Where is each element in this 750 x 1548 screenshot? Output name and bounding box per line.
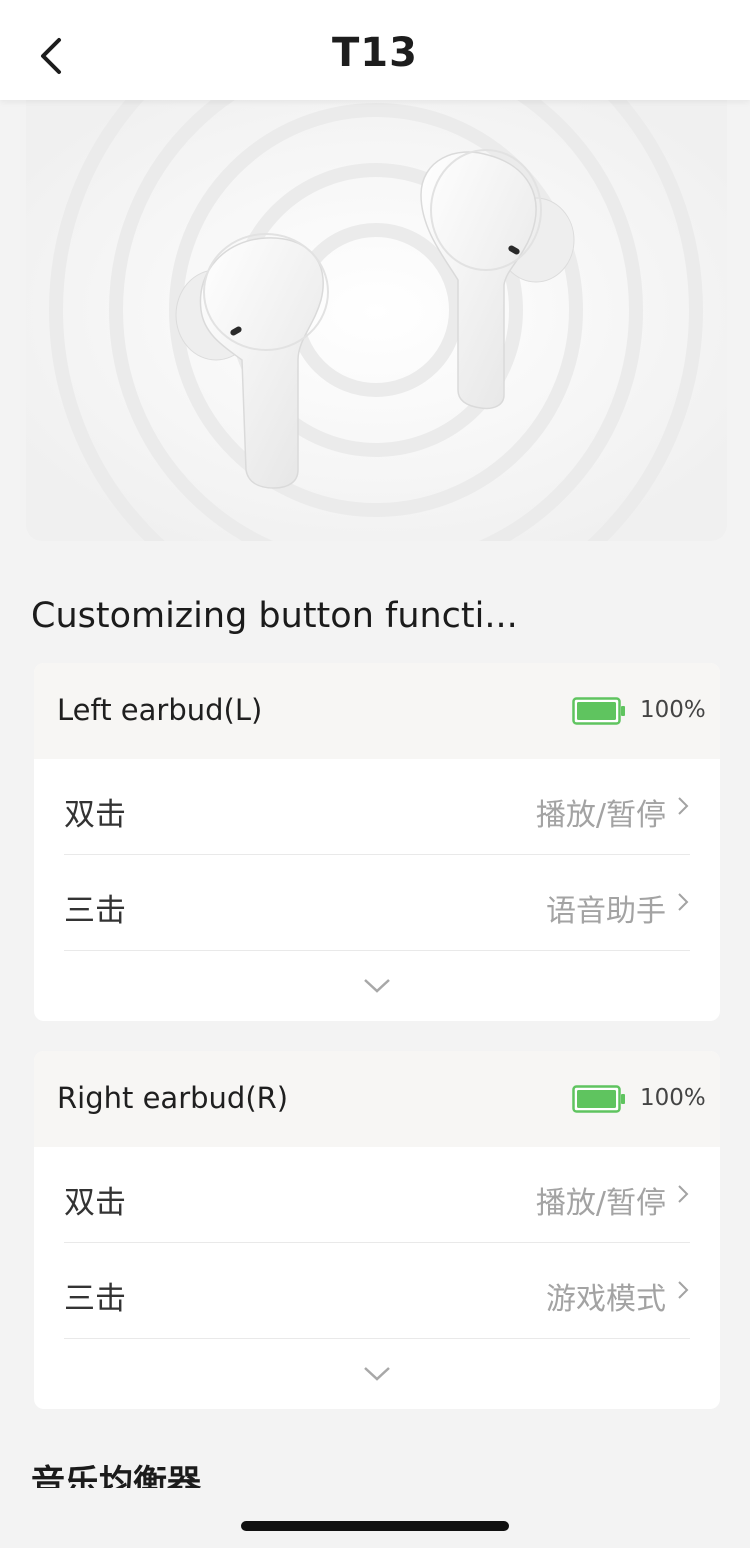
row-label: 双击 [64,797,126,833]
row-label: 三击 [64,1281,126,1317]
home-indicator[interactable] [241,1521,509,1531]
left-earbud-header: Left earbud(L) 100% [34,663,720,759]
chevron-down-icon [364,1367,390,1381]
left-double-tap-row[interactable]: 双击 播放/暂停 [64,759,690,855]
row-label: 三击 [64,893,126,929]
right-battery-percent: 100% [640,1085,706,1111]
row-value: 播放/暂停 [535,1186,666,1221]
right-earbud-name: Right earbud(R) [57,1081,289,1115]
chevron-down-icon [364,979,390,993]
earbuds-product-image [26,100,727,541]
right-triple-tap-row[interactable]: 三击 游戏模式 [64,1243,690,1339]
left-earbud-name: Left earbud(L) [57,693,263,727]
battery-icon [572,1085,625,1113]
left-triple-tap-row[interactable]: 三击 语音助手 [64,855,690,951]
section-title: Customizing button functi... [31,596,518,636]
battery-icon [572,697,625,725]
right-earbud-card: Right earbud(R) 100% 双击 播放/暂停 三击 游戏模式 [34,1051,720,1409]
right-expand-button[interactable] [34,1339,720,1409]
chevron-right-icon [678,893,689,911]
page-title: T13 [332,30,418,76]
row-value: 游戏模式 [546,1282,666,1317]
left-expand-button[interactable] [34,951,720,1021]
left-earbud-card: Left earbud(L) 100% 双击 播放/暂停 三击 语音助手 [34,663,720,1021]
chevron-right-icon [678,1185,689,1203]
left-battery-percent: 100% [640,697,706,723]
row-label: 双击 [64,1185,126,1221]
top-bar: T13 [0,0,750,100]
right-double-tap-row[interactable]: 双击 播放/暂停 [64,1147,690,1243]
chevron-right-icon [678,1281,689,1299]
row-value: 语音助手 [546,894,666,929]
bottom-safe-area [0,1488,750,1548]
chevron-right-icon [678,797,689,815]
row-value: 播放/暂停 [535,798,666,833]
right-earbud-header: Right earbud(R) 100% [34,1051,720,1147]
